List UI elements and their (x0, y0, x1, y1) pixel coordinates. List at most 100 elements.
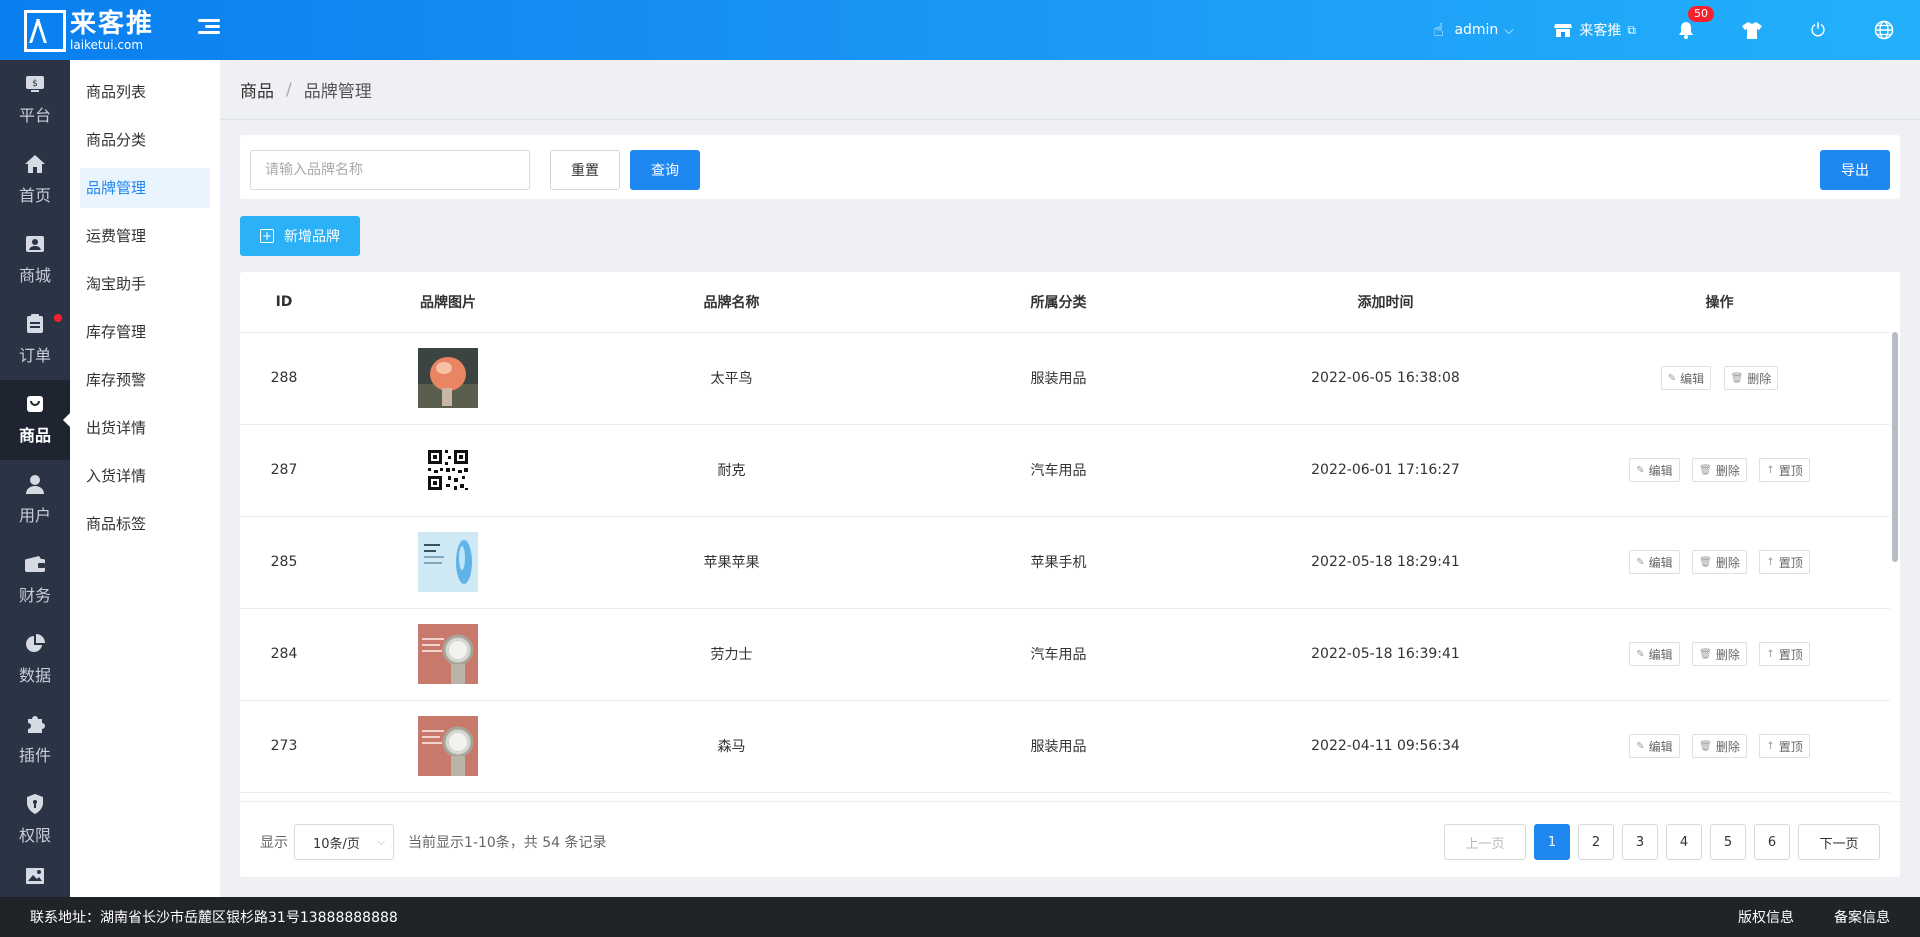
brand-table-card: ID 品牌图片 品牌名称 所属分类 添加时间 操作 288 太平鸟 服装用品 2… (240, 272, 1900, 877)
nav-label: 商城 (18, 266, 51, 285)
nav-home[interactable]: 首页 (0, 140, 70, 220)
record-link[interactable]: 备案信息 (1834, 907, 1890, 927)
reset-button[interactable]: 重置 (550, 150, 620, 190)
user-menu[interactable]: ☝ admin ⌵ (1428, 20, 1513, 41)
cell-actions: ✎ 编辑 🗑 删除 ↑ 置顶 (1549, 700, 1890, 793)
column-header-id: ID (240, 272, 328, 333)
submenu-goods-category[interactable]: 商品分类 (80, 120, 210, 160)
logo-subtitle: laiketui.com (70, 38, 144, 52)
store-icon (1553, 20, 1573, 40)
trash-icon: 🗑 (1699, 464, 1712, 476)
submenu-taobao-helper[interactable]: 淘宝助手 (80, 264, 210, 304)
brand-image-watch[interactable] (418, 716, 478, 776)
logo[interactable]: 来客推 laiketui.com (24, 8, 154, 54)
pin-top-button[interactable]: ↑ 置顶 (1759, 458, 1810, 482)
query-button[interactable]: 查询 (630, 150, 700, 190)
brand-name-search-input[interactable] (250, 150, 530, 190)
pin-top-button[interactable]: ↑ 置顶 (1759, 642, 1810, 666)
cell-image (328, 700, 568, 793)
nav-label: 订单 (18, 346, 51, 365)
edit-button[interactable]: ✎ 编辑 (1629, 642, 1680, 666)
trash-icon: 🗑 (1730, 372, 1744, 384)
cell-id: 288 (240, 332, 328, 425)
next-page-button[interactable]: 下一页 (1798, 824, 1880, 860)
trash-icon: 🗑 (1699, 556, 1712, 568)
edit-button[interactable]: ✎ 编辑 (1629, 734, 1680, 758)
prev-page-button[interactable]: 上一页 (1444, 824, 1526, 860)
nav-data[interactable]: 数据 (0, 620, 70, 700)
export-button[interactable]: 导出 (1820, 150, 1890, 190)
goods-submenu: 商品列表 商品分类 品牌管理 运费管理 淘宝助手 库存管理 库存预警 出货详情 … (70, 60, 220, 897)
chevron-down-icon: ⌵ (377, 836, 385, 848)
nav-plugin[interactable]: 插件 (0, 700, 70, 780)
submenu-stock[interactable]: 库存管理 (80, 312, 210, 352)
page-3-button[interactable]: 3 (1622, 824, 1658, 860)
menu-toggle-icon[interactable] (198, 16, 220, 38)
nav-label: 用户 (18, 506, 51, 525)
nav-user[interactable]: 用户 (0, 460, 70, 540)
table-row: 284 劳力士 汽车用品 2022-05-18 16:39:41 ✎ 编辑 🗑 … (240, 608, 1890, 701)
nav-platform[interactable]: $ 平台 (0, 60, 70, 140)
submenu-stock-warning[interactable]: 库存预警 (80, 360, 210, 400)
breadcrumb-parent[interactable]: 商品 (240, 77, 274, 102)
edit-button[interactable]: ✎ 编辑 (1660, 366, 1712, 390)
power-icon: ⏻ (1810, 19, 1826, 41)
notification-button[interactable]: 50 (1676, 6, 1714, 40)
pin-top-button[interactable]: ↑ 置顶 (1759, 550, 1810, 574)
platform-icon: $ (25, 74, 45, 100)
nav-order[interactable]: 订单 (0, 300, 70, 380)
nav-permission[interactable]: 权限 (0, 780, 70, 860)
skin-button[interactable] (1742, 20, 1768, 40)
edit-button[interactable]: ✎ 编辑 (1629, 458, 1680, 482)
brand-image-blue-card[interactable] (418, 532, 478, 592)
page-2-button[interactable]: 2 (1578, 824, 1614, 860)
external-link-icon: ⧉ (1627, 22, 1636, 37)
filter-bar: 重置 查询 导出 (240, 135, 1900, 199)
submenu-goods-tags[interactable]: 商品标签 (80, 504, 210, 544)
table-scrollbar[interactable] (1892, 332, 1898, 862)
breadcrumb: 商品 / 品牌管理 (220, 60, 1920, 120)
store-link[interactable]: 来客推 ⧉ (1553, 20, 1636, 40)
delete-button[interactable]: 🗑 删除 (1692, 550, 1747, 574)
edit-icon: ✎ (1636, 648, 1645, 660)
delete-button[interactable]: 🗑 删除 (1692, 642, 1747, 666)
cell-name: 耐克 (568, 424, 895, 517)
page-6-button[interactable]: 6 (1754, 824, 1790, 860)
nav-goods[interactable]: 商品 (0, 380, 70, 460)
nav-label: 权限 (18, 826, 51, 845)
cell-time: 2022-05-18 18:29:41 (1222, 516, 1549, 609)
pie-icon (25, 634, 45, 660)
delete-button[interactable]: 🗑 删除 (1692, 458, 1747, 482)
brand-table: ID 品牌图片 品牌名称 所属分类 添加时间 操作 288 太平鸟 服装用品 2… (240, 272, 1890, 793)
logo-icon (24, 10, 66, 52)
delete-button[interactable]: 🗑 删除 (1723, 366, 1779, 390)
image-icon (25, 866, 45, 892)
add-brand-button[interactable]: + 新增品牌 (240, 216, 360, 256)
brand-image-peach[interactable] (418, 348, 478, 408)
submenu-inbound[interactable]: 入货详情 (80, 456, 210, 496)
page-size-select[interactable]: 10条/页 ⌵ (294, 824, 394, 860)
submenu-goods-list[interactable]: 商品列表 (80, 72, 210, 112)
page-4-button[interactable]: 4 (1666, 824, 1702, 860)
nav-finance[interactable]: 财务 (0, 540, 70, 620)
language-button[interactable] (1874, 20, 1900, 40)
brand-image-qrcode[interactable] (418, 440, 478, 500)
delete-button[interactable]: 🗑 删除 (1692, 734, 1747, 758)
cell-time: 2022-04-11 09:56:34 (1222, 700, 1549, 793)
brand-image-watch[interactable] (418, 624, 478, 684)
edit-button[interactable]: ✎ 编辑 (1629, 550, 1680, 574)
column-header-category: 所属分类 (895, 272, 1222, 333)
scrollbar-thumb[interactable] (1892, 332, 1898, 562)
pin-top-button[interactable]: ↑ 置顶 (1759, 734, 1810, 758)
submenu-outbound[interactable]: 出货详情 (80, 408, 210, 448)
copyright-link[interactable]: 版权信息 (1738, 907, 1794, 927)
nav-label: 平台 (18, 106, 51, 125)
page-1-button[interactable]: 1 (1534, 824, 1570, 860)
logout-button[interactable]: ⏻ (1808, 19, 1834, 41)
submenu-freight[interactable]: 运费管理 (80, 216, 210, 256)
submenu-brand-management[interactable]: 品牌管理 (80, 168, 210, 208)
page-5-button[interactable]: 5 (1710, 824, 1746, 860)
nav-mall[interactable]: 商城 (0, 220, 70, 300)
nav-image[interactable] (0, 860, 70, 898)
cell-image (328, 332, 568, 425)
